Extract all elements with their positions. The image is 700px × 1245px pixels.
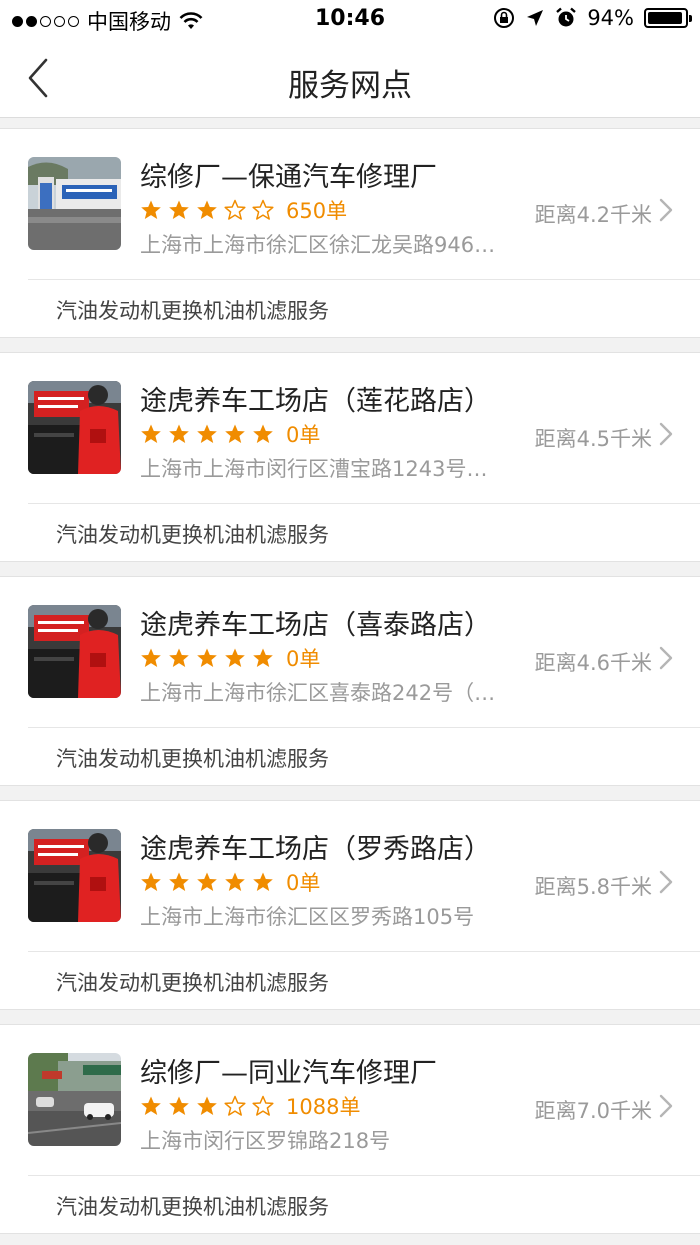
rotation-lock-icon <box>494 8 515 28</box>
store-distance: 距离7.0千米 <box>534 1099 652 1123</box>
star-filled-icon <box>141 648 161 667</box>
service-label: 汽油发动机更换机油机滤服务 <box>56 747 329 771</box>
star-filled-icon <box>197 648 217 667</box>
store-card[interactable]: 途虎养车工场店（罗秀路店） 0单上海市上海市徐汇区区罗秀路105号 距离5.8千米汽… <box>0 800 700 1010</box>
status-bar: 中国移动 10:46 94% <box>0 0 700 38</box>
card-divider <box>28 951 700 952</box>
card-divider <box>28 1175 700 1176</box>
store-rating: 0单 <box>140 867 320 897</box>
star-filled-icon <box>197 872 217 891</box>
store-rating: 0单 <box>140 643 320 673</box>
store-name: 途虎养车工场店（莲花路店） <box>140 386 491 417</box>
store-distance: 距离5.8千米 <box>534 875 652 899</box>
card-divider <box>28 727 700 728</box>
location-arrow-icon <box>527 10 544 26</box>
star-filled-icon <box>225 424 245 443</box>
alarm-clock-icon <box>556 7 577 27</box>
rating-stars <box>140 423 274 445</box>
star-empty-icon <box>224 199 246 220</box>
rating-stars <box>140 871 274 893</box>
store-rating: 1088单 <box>140 1091 360 1121</box>
store-distance: 距离4.5千米 <box>534 427 652 451</box>
store-name: 途虎养车工场店（喜泰路店） <box>140 610 491 641</box>
star-filled-icon <box>253 872 273 891</box>
star-filled-icon <box>197 1096 217 1115</box>
order-count: 1088单 <box>286 1095 361 1119</box>
star-empty-icon <box>224 1095 246 1116</box>
order-count: 0单 <box>286 647 321 671</box>
star-filled-icon <box>141 1096 161 1115</box>
card-divider <box>28 279 700 280</box>
star-empty-icon <box>252 199 274 220</box>
store-address: 上海市上海市闵行区漕宝路1243号… <box>140 457 488 481</box>
chevron-right-icon <box>659 1094 673 1118</box>
star-filled-icon <box>141 200 161 219</box>
rating-stars <box>140 1095 274 1117</box>
store-name: 综修厂—保通汽车修理厂 <box>140 162 437 193</box>
service-label: 汽油发动机更换机油机滤服务 <box>56 299 329 323</box>
star-filled-icon <box>169 648 189 667</box>
chevron-right-icon <box>659 422 673 446</box>
star-filled-icon <box>141 872 161 891</box>
rating-stars <box>140 647 274 669</box>
store-name: 综修厂—同业汽车修理厂 <box>140 1058 437 1089</box>
store-distance: 距离4.6千米 <box>534 651 652 675</box>
store-card[interactable]: 途虎养车工场店（喜泰路店） 0单上海市上海市徐汇区喜泰路242号（… 距离4.6千米… <box>0 576 700 786</box>
store-address: 上海市上海市徐汇区喜泰路242号（… <box>140 681 496 705</box>
chevron-right-icon <box>659 646 673 670</box>
star-filled-icon <box>197 424 217 443</box>
star-filled-icon <box>169 424 189 443</box>
card-divider <box>28 503 700 504</box>
store-thumbnail <box>28 381 121 474</box>
star-filled-icon <box>253 424 273 443</box>
star-filled-icon <box>197 200 217 219</box>
chevron-right-icon <box>659 870 673 894</box>
store-rating: 0单 <box>140 419 320 449</box>
service-label: 汽油发动机更换机油机滤服务 <box>56 523 329 547</box>
store-thumbnail <box>28 829 121 922</box>
store-thumbnail <box>28 157 121 250</box>
star-filled-icon <box>169 872 189 891</box>
star-filled-icon <box>169 1096 189 1115</box>
store-card[interactable]: 综修厂—保通汽车修理厂 650单上海市上海市徐汇区徐汇龙吴路946… 距离4.2千米… <box>0 128 700 338</box>
chevron-right-icon <box>659 198 673 222</box>
star-filled-icon <box>253 648 273 667</box>
rating-stars <box>140 199 274 221</box>
star-filled-icon <box>225 648 245 667</box>
status-right: 94% <box>493 6 692 30</box>
battery-percent: 94% <box>587 6 634 30</box>
nav-bar: 服务网点 <box>0 38 700 118</box>
store-thumbnail <box>28 605 121 698</box>
store-address: 上海市上海市徐汇区徐汇龙吴路946… <box>140 233 496 257</box>
service-label: 汽油发动机更换机油机滤服务 <box>56 971 329 995</box>
store-card[interactable]: 途虎养车工场店（莲花路店） 0单上海市上海市闵行区漕宝路1243号… 距离4.5千米… <box>0 352 700 562</box>
star-filled-icon <box>225 872 245 891</box>
store-thumbnail <box>28 1053 121 1146</box>
battery-icon <box>644 8 692 28</box>
order-count: 0单 <box>286 423 321 447</box>
star-filled-icon <box>169 200 189 219</box>
service-label: 汽油发动机更换机油机滤服务 <box>56 1195 329 1219</box>
store-rating: 650单 <box>140 195 347 225</box>
store-address: 上海市上海市徐汇区区罗秀路105号 <box>140 905 475 929</box>
order-count: 650单 <box>286 199 348 223</box>
store-distance: 距离4.2千米 <box>534 203 652 227</box>
page-title: 服务网点 <box>288 68 412 104</box>
store-name: 途虎养车工场店（罗秀路店） <box>140 834 491 865</box>
star-empty-icon <box>252 1095 274 1116</box>
store-address: 上海市闵行区罗锦路218号 <box>140 1129 391 1153</box>
store-list: 综修厂—保通汽车修理厂 650单上海市上海市徐汇区徐汇龙吴路946… 距离4.2千米… <box>0 128 700 1234</box>
order-count: 0单 <box>286 871 321 895</box>
store-card[interactable]: 综修厂—同业汽车修理厂 1088单上海市闵行区罗锦路218号 距离7.0千米汽油发动… <box>0 1024 700 1234</box>
battery-level <box>648 12 682 24</box>
star-filled-icon <box>141 424 161 443</box>
